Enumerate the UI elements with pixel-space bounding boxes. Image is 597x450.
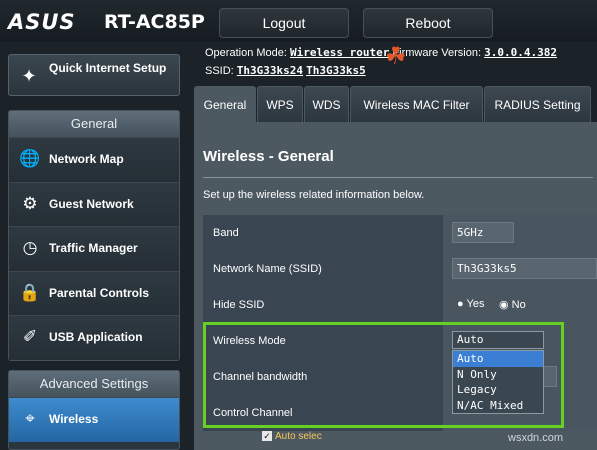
menu-label: Parental Controls	[49, 285, 150, 300]
hide-ssid-no-radio[interactable]: ◉ No	[499, 298, 526, 311]
menu-label: Network Map	[49, 152, 124, 166]
ghost-icon: ☘	[385, 43, 407, 70]
top-bar: ASUS RT-AC85P Logout Reboot	[0, 0, 597, 42]
network-map-icon: 🌐	[19, 149, 41, 168]
hide-ssid-row: Hide SSID ● Yes ◉ No	[203, 287, 597, 323]
tab-general[interactable]: General	[194, 86, 256, 122]
page-description: Set up the wireless related information …	[203, 189, 425, 201]
no-label: No	[511, 299, 526, 311]
asus-logo: ASUS	[8, 10, 76, 34]
ssid-input[interactable]: Th3G33ks5	[452, 258, 597, 279]
menu-label: USB Application	[49, 330, 143, 344]
quick-setup-label: Quick Internet Setup	[49, 61, 167, 75]
hide-ssid-yes-radio[interactable]: ● Yes	[457, 298, 484, 310]
parental-controls-icon: 🔒	[19, 282, 41, 302]
reboot-button[interactable]: Reboot	[363, 8, 493, 38]
yes-label: Yes	[466, 298, 485, 310]
operation-mode-link[interactable]: Wireless router	[290, 46, 389, 59]
wand-icon: ✦	[21, 66, 37, 86]
ssid-label: SSID:	[205, 65, 234, 77]
band-cell: 5GHz	[443, 215, 597, 251]
page-title: Wireless - General	[203, 148, 334, 165]
menu-traffic-manager[interactable]: ◷ Traffic Manager	[9, 226, 179, 271]
menu-network-map[interactable]: 🌐 Network Map	[9, 137, 179, 182]
wireless-icon: ⌖	[25, 409, 35, 428]
auto-select-label: Auto selec	[275, 431, 322, 442]
tab-wireless-mac-filter[interactable]: Wireless MAC Filter	[350, 86, 483, 122]
ssid-link-2[interactable]: Th3G33ks5	[306, 64, 366, 77]
ssid-cell: Th3G33ks5	[443, 251, 597, 287]
menu-guest-network[interactable]: ⚙ Guest Network	[9, 181, 179, 226]
band-select[interactable]: 5GHz	[452, 222, 514, 243]
menu-label: Wireless	[49, 412, 99, 426]
ssid-row: Network Name (SSID) Th3G33ks5	[203, 251, 597, 287]
tab-wps[interactable]: WPS	[257, 86, 303, 122]
auto-select-checkbox[interactable]: ✓ Auto selec	[262, 431, 322, 442]
menu-wireless[interactable]: ⌖ Wireless	[9, 397, 179, 442]
hide-ssid-cell: ● Yes ◉ No	[443, 287, 597, 323]
tab-wds[interactable]: WDS	[304, 86, 349, 122]
general-menu: General 🌐 Network Map ⚙ Guest Network ◷ …	[8, 110, 180, 361]
band-label: Band	[203, 215, 443, 251]
hide-ssid-label: Hide SSID	[203, 287, 443, 323]
tab-radius-setting[interactable]: RADIUS Setting	[484, 86, 591, 122]
ssid-link-1[interactable]: Th3G33ks24	[237, 64, 303, 77]
advanced-menu: Advanced Settings ⌖ Wireless	[8, 370, 180, 450]
menu-parental-controls[interactable]: 🔒 Parental Controls	[9, 270, 179, 315]
guest-network-icon: ⚙	[22, 193, 38, 213]
usb-icon: ✐	[22, 327, 38, 346]
operation-mode-label: Operation Mode:	[205, 47, 287, 59]
checkmark-icon: ✓	[262, 431, 272, 442]
general-header: General	[9, 111, 179, 137]
firmware-link[interactable]: 3.0.0.4.382	[484, 46, 557, 59]
advanced-header: Advanced Settings	[9, 371, 179, 397]
traffic-manager-icon: ◷	[22, 238, 38, 257]
quick-internet-setup-button[interactable]: ✦ Quick Internet Setup	[8, 54, 180, 96]
router-model: RT-AC85P	[104, 11, 205, 33]
watermark: wsxdn.com	[508, 432, 564, 444]
ssid-field-label: Network Name (SSID)	[203, 251, 443, 287]
title-divider	[203, 177, 593, 178]
menu-label: Traffic Manager	[49, 241, 138, 255]
band-row: Band 5GHz	[203, 215, 597, 251]
logout-button[interactable]: Logout	[219, 8, 349, 38]
menu-usb-application[interactable]: ✐ USB Application	[9, 315, 179, 360]
highlight-box	[203, 322, 564, 428]
menu-label: Guest Network	[49, 196, 134, 211]
